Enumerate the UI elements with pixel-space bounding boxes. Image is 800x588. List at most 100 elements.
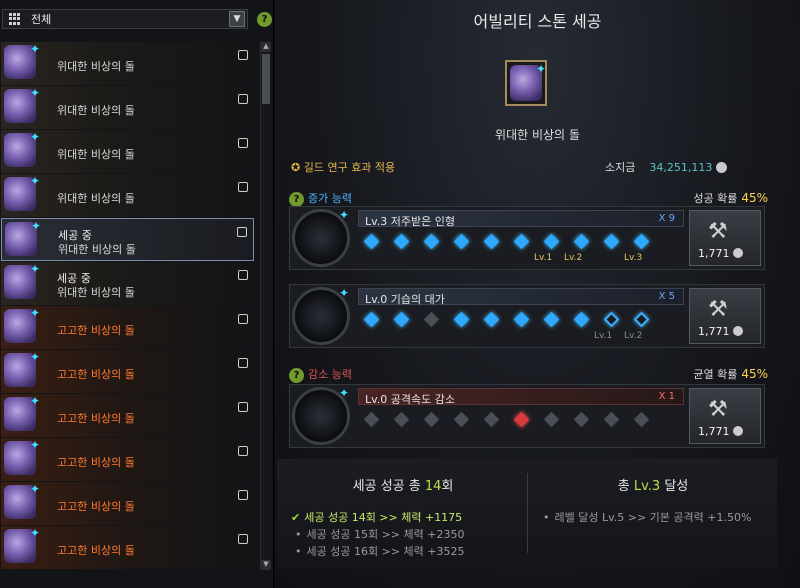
reward-item: • 세공 성공 15회 >> 체력 +2350 (295, 528, 465, 541)
level-marker: Lv.1 (534, 253, 553, 263)
ability-portrait: ✦ (292, 208, 350, 267)
help-icon[interactable]: ? (289, 367, 304, 383)
reward-item: • 세공 성공 16회 >> 체력 +3525 (295, 545, 465, 558)
facet-slots: Lv.1 Lv.2 (360, 307, 680, 347)
facet-slot (363, 311, 380, 328)
facet-slot (453, 411, 470, 428)
facet-button[interactable]: ⚒ 1,771 (689, 388, 761, 444)
ability-multiplier: X 9 (658, 213, 675, 224)
list-item[interactable]: ✦ 고고한 비상의 돌 (1, 438, 254, 481)
help-icon[interactable]: ? (257, 12, 272, 27)
stone-icon: ✦ (4, 86, 40, 123)
silver-coin-icon (732, 326, 743, 336)
reward-summary: 세공 성공 총 14회 총 Lv.3 달성 ✔ 세공 성공 14회 >> 체력 +… (277, 459, 777, 569)
facet-slot (363, 411, 380, 428)
list-item[interactable]: ✦ 고고한 비상의 돌 (1, 394, 254, 437)
level-achieve: 총 Lv.3 달성 (617, 479, 689, 494)
list-item[interactable]: ✦ 고고한 비상의 돌 (1, 526, 254, 569)
item-name: 위대한 비상의 돌 (57, 104, 135, 117)
stone-icon: ✦ (4, 262, 40, 299)
stone-icon: ✦ (4, 130, 40, 167)
filter-dropdown[interactable]: 전체 ▼ (2, 9, 248, 29)
silver-coin-icon (716, 162, 728, 173)
stone-icon: ✦ (4, 42, 40, 79)
facet-slot (573, 411, 590, 428)
facet-slot (483, 233, 500, 250)
success-total: 세공 성공 총 14회 (352, 479, 454, 494)
stone-icon: ✦ (4, 174, 40, 211)
selected-stone-icon: ✦ (505, 60, 547, 106)
lock-icon (238, 270, 248, 280)
level-reward: • 레벨 달성 Lv.5 >> 기본 공격력 +1.50% (543, 511, 752, 524)
help-icon[interactable]: ? (289, 191, 304, 207)
check-icon: ✔ (291, 511, 301, 524)
chevron-down-icon[interactable]: ▼ (229, 11, 245, 27)
guild-effect: ✪ 길드 연구 효과 적용 (291, 161, 396, 174)
list-item[interactable]: ✦ 고고한 비상의 돌 (1, 482, 254, 525)
lock-icon (238, 358, 248, 368)
lock-icon (238, 94, 248, 104)
facet-slot (513, 411, 530, 428)
ability-bar: Lv.0 기습의 대가 X 5 (358, 288, 684, 306)
item-name: 고고한 비상의 돌 (57, 500, 135, 513)
ability-row-increase-2: ✦ Lv.0 기습의 대가 X 5 Lv.1 Lv.2 ⚒ 1,771 (289, 284, 765, 348)
stone-icon: ✦ (4, 306, 40, 343)
facet-slot (453, 233, 470, 250)
facet-slot (543, 233, 560, 250)
lock-icon (238, 314, 248, 324)
list-item[interactable]: ✦ 위대한 비상의 돌 (1, 130, 254, 173)
lock-icon (238, 534, 248, 544)
facet-slot (633, 411, 650, 428)
scroll-down-icon[interactable]: ▼ (261, 560, 271, 570)
list-item[interactable]: ✦ 고고한 비상의 돌 (1, 350, 254, 393)
divider (527, 473, 528, 553)
facet-button[interactable]: ⚒ 1,771 (689, 210, 761, 266)
reward-item: ✔ 세공 성공 14회 >> 체력 +1175 (291, 511, 463, 524)
facet-slot (483, 311, 500, 328)
ability-title: Lv.0 기습의 대가 (365, 293, 445, 306)
list-item[interactable]: ✦ 고고한 비상의 돌 (1, 306, 254, 349)
item-name: 위대한 비상의 돌 (57, 286, 135, 299)
filter-label: 전체 (31, 13, 52, 26)
facet-slot (573, 311, 590, 328)
facet-button[interactable]: ⚒ 1,771 (689, 288, 761, 344)
ability-multiplier: X 1 (658, 391, 675, 402)
hammer-icon: ⚒ (708, 397, 728, 422)
facet-slot (393, 311, 410, 328)
decrease-header: ? 감소 능력 (289, 366, 352, 383)
list-item[interactable]: ✦ 세공 중 위대한 비상의 돌 (1, 218, 254, 261)
scroll-thumb[interactable] (262, 54, 270, 104)
level-marker: Lv.1 (594, 331, 613, 341)
item-name: 위대한 비상의 돌 (57, 148, 135, 161)
item-name: 고고한 비상의 돌 (57, 324, 135, 337)
scroll-up-icon[interactable]: ▲ (261, 42, 271, 52)
facet-slot (603, 311, 620, 328)
guild-icon: ✪ (291, 161, 304, 174)
level-marker: Lv.2 (564, 253, 583, 263)
stone-list: ✦ 위대한 비상의 돌 ✦ 위대한 비상의 돌 ✦ 위대한 비상의 돌 ✦ 위대한 비상의 돌… (0, 42, 256, 570)
stone-icon: ✦ (4, 482, 40, 519)
page-title: 어빌리티 스톤 세공 (473, 12, 602, 31)
ability-portrait: ✦ (292, 386, 350, 445)
list-item[interactable]: ✦ 위대한 비상의 돌 (1, 42, 254, 85)
lock-icon (238, 50, 248, 60)
facet-slot (543, 311, 560, 328)
stone-icon: ✦ (4, 394, 40, 431)
lock-icon (238, 446, 248, 456)
scrollbar[interactable]: ▲ ▼ (260, 42, 271, 570)
facet-slot (513, 311, 530, 328)
increase-header: ? 증가 능력 (289, 190, 352, 207)
level-marker: Lv.2 (624, 331, 643, 341)
stone-icon: ✦ (5, 219, 41, 256)
facet-slot (423, 411, 440, 428)
lock-icon (238, 182, 248, 192)
facet-cost: 1,771 (698, 247, 743, 260)
ability-row-increase-1: ✦ Lv.3 저주받은 인형 X 9 Lv.1 Lv.2 Lv.3 ⚒ 1,771 (289, 206, 765, 270)
list-item[interactable]: ✦ 위대한 비상의 돌 (1, 174, 254, 217)
facet-panel: 어빌리티 스톤 세공 ✦ 위대한 비상의 돌 ✪ 길드 연구 효과 적용 소지금… (275, 0, 800, 588)
list-item[interactable]: ✦ 위대한 비상의 돌 (1, 86, 254, 129)
hammer-icon: ⚒ (708, 219, 728, 244)
stone-list-panel: 전체 ▼ ? ✦ 위대한 비상의 돌 ✦ 위대한 비상의 돌 ✦ 위대한 비상의 돌 ✦ 위대… (0, 0, 274, 588)
facet-slot (513, 233, 530, 250)
list-item[interactable]: ✦ 세공 중 위대한 비상의 돌 (1, 262, 254, 305)
